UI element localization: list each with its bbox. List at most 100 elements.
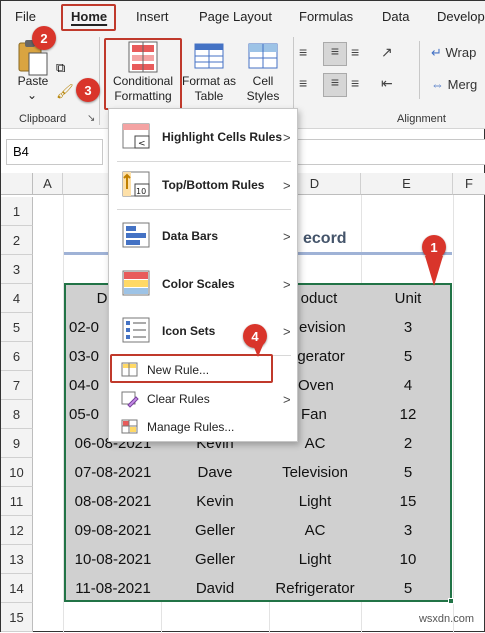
cell-unit[interactable]: 10	[363, 545, 453, 574]
name-box[interactable]: B4	[6, 139, 103, 165]
tab-page-layout[interactable]: Page Layout	[199, 9, 272, 24]
menu-item-label: Manage Rules...	[147, 420, 235, 434]
row-header[interactable]: 8	[1, 400, 33, 429]
svg-text:<: <	[138, 139, 146, 149]
row-header[interactable]: 7	[1, 371, 33, 400]
cell-product[interactable]: rigerator	[289, 342, 361, 371]
menu-item-top-bottom-rules[interactable]: 10 Top/Bottom Rules >	[109, 167, 297, 203]
paste-chevron-icon[interactable]: ⌄	[24, 88, 40, 103]
column-header-f[interactable]: F	[453, 173, 485, 195]
row-header[interactable]: 3	[1, 255, 33, 284]
dialog-launcher-icon[interactable]: ↘	[87, 113, 95, 124]
menu-item-label: Color Scales	[162, 277, 235, 291]
cell-unit[interactable]: 12	[363, 400, 453, 429]
submenu-chevron-icon: >	[283, 276, 291, 292]
align-left-icon[interactable]: ≡	[299, 75, 321, 95]
menu-item-highlight-cells-rules[interactable]: < Highlight Cells Rules >	[109, 119, 297, 155]
cell-unit[interactable]: 5	[363, 342, 453, 371]
cell-product[interactable]: AC	[269, 516, 361, 545]
cell-name[interactable]: Geller	[161, 545, 269, 574]
cell-date[interactable]: 05-0	[69, 400, 109, 429]
row-header[interactable]: 11	[1, 487, 33, 516]
row-header[interactable]: 1	[1, 197, 33, 226]
cell-product[interactable]: Oven	[298, 371, 348, 400]
align-middle-icon[interactable]: ≡	[323, 42, 347, 66]
menu-item-label: Icon Sets	[162, 324, 216, 338]
manage-rules-icon	[121, 419, 138, 434]
cell-product[interactable]: evision	[299, 313, 361, 342]
tab-data[interactable]: Data	[382, 9, 409, 24]
row-header[interactable]: 6	[1, 342, 33, 371]
align-center-icon[interactable]: ≡	[323, 73, 347, 97]
cell-date[interactable]: 07-08-2021	[65, 458, 161, 487]
column-header-e[interactable]: E	[361, 173, 453, 195]
row-header[interactable]: 13	[1, 545, 33, 574]
cell-unit[interactable]: 3	[363, 313, 453, 342]
cell-name[interactable]: David	[161, 574, 269, 603]
header-cell-unit[interactable]: Unit	[363, 284, 453, 313]
cell-date[interactable]: 11-08-2021	[65, 574, 161, 603]
cell-product[interactable]: Television	[269, 458, 361, 487]
cell-unit[interactable]: 3	[363, 516, 453, 545]
fill-handle[interactable]	[448, 598, 454, 604]
cell-product[interactable]: Fan	[301, 400, 341, 429]
home-tab-highlight	[61, 4, 116, 31]
column-header-a[interactable]: A	[33, 173, 63, 195]
cell-styles-line2: Styles	[246, 89, 280, 103]
align-top-icon[interactable]: ≡	[299, 44, 321, 64]
cell-date[interactable]: 08-08-2021	[65, 487, 161, 516]
tab-developer[interactable]: Develop	[437, 9, 485, 24]
cell-date[interactable]: 09-08-2021	[65, 516, 161, 545]
cell-unit[interactable]: 5	[363, 458, 453, 487]
row-header[interactable]: 9	[1, 429, 33, 458]
merge-center-button[interactable]: ⇔ Merg	[431, 77, 477, 92]
cell-name[interactable]: Kevin	[161, 487, 269, 516]
menu-item-manage-rules[interactable]: Manage Rules...	[109, 416, 297, 438]
indent-icon[interactable]: ⇤	[381, 75, 403, 95]
cell-unit[interactable]: 4	[363, 371, 453, 400]
cell-date[interactable]: 02-0	[69, 313, 109, 342]
copy-icon[interactable]: ⧉	[56, 60, 74, 78]
row-header[interactable]: 5	[1, 313, 33, 342]
cell-date[interactable]: 04-0	[69, 371, 109, 400]
align-right-icon[interactable]: ≡	[351, 75, 373, 95]
menu-item-color-scales[interactable]: Color Scales >	[109, 266, 297, 302]
cell-name[interactable]: Geller	[161, 516, 269, 545]
tab-file[interactable]: File	[15, 9, 36, 24]
row-header[interactable]: 2	[1, 226, 33, 255]
icon-sets-icon	[122, 317, 150, 343]
cell-product[interactable]: Light	[269, 545, 361, 574]
menu-item-label: Top/Bottom Rules	[162, 178, 265, 192]
select-all-corner[interactable]	[1, 173, 33, 195]
cell-styles-button[interactable]: Cell Styles	[237, 38, 289, 104]
new-rule-highlight	[110, 354, 273, 383]
badge-pointer-icon	[253, 345, 263, 357]
cell-product[interactable]: Light	[269, 487, 361, 516]
top-bottom-icon: 10	[122, 171, 150, 197]
cell-product[interactable]: Refrigerator	[269, 574, 361, 603]
menu-item-label: Clear Rules	[147, 392, 210, 406]
cell-date[interactable]: 10-08-2021	[65, 545, 161, 574]
row-header[interactable]: 15	[1, 603, 33, 632]
format-as-table-button[interactable]: Format as Table	[181, 38, 237, 104]
orientation-icon[interactable]: ↗	[381, 44, 403, 64]
cell-unit[interactable]: 2	[363, 429, 453, 458]
cell-unit[interactable]: 15	[363, 487, 453, 516]
format-table-line2: Table	[194, 89, 224, 103]
menu-item-clear-rules[interactable]: Clear Rules >	[109, 388, 297, 410]
align-bottom-icon[interactable]: ≡	[351, 44, 373, 64]
row-header[interactable]: 10	[1, 458, 33, 487]
format-painter-icon[interactable]: 🖌	[56, 83, 74, 101]
menu-item-icon-sets[interactable]: Icon Sets >	[109, 313, 297, 349]
cell-name[interactable]: Dave	[161, 458, 269, 487]
menu-item-data-bars[interactable]: Data Bars >	[109, 218, 297, 254]
wrap-text-button[interactable]: ↵ Wrap	[431, 45, 476, 61]
row-header[interactable]: 4	[1, 284, 33, 313]
cell-date[interactable]: 03-0	[69, 342, 109, 371]
tab-formulas[interactable]: Formulas	[299, 9, 353, 24]
submenu-chevron-icon: >	[283, 228, 291, 244]
tab-insert[interactable]: Insert	[136, 9, 169, 24]
cell-unit[interactable]: 5	[363, 574, 453, 603]
row-header[interactable]: 14	[1, 574, 33, 603]
row-header[interactable]: 12	[1, 516, 33, 545]
